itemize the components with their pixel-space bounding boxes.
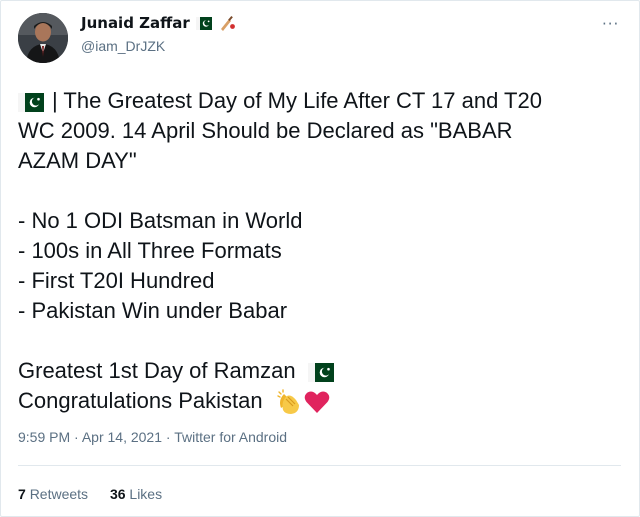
bullet-line: - No 1 ODI Batsman in World	[18, 208, 303, 233]
pakistan-flag-icon	[307, 362, 334, 382]
retweets-count: 7	[18, 486, 26, 502]
retweets-label: Retweets	[29, 486, 89, 502]
bullet-line: - Pakistan Win under Babar	[18, 298, 288, 323]
tweet-card: Junaid Zaffar @iam_DrJZK ··· | The Great…	[0, 0, 640, 517]
tweet-line: WC 2009. 14 April Should be Declared as …	[18, 118, 513, 143]
display-name[interactable]: Junaid Zaffar	[81, 14, 190, 32]
more-options-icon[interactable]: ···	[602, 15, 619, 33]
pakistan-flag-icon	[18, 92, 44, 112]
display-name-row[interactable]: Junaid Zaffar	[81, 14, 236, 32]
tweet-date[interactable]: Apr 14, 2021	[82, 429, 162, 445]
user-handle[interactable]: @iam_DrJZK	[81, 38, 165, 54]
tweet-text: | The Greatest Day of My Life After CT 1…	[18, 86, 618, 416]
bullet-line: - 100s in All Three Formats	[18, 238, 282, 263]
tweet-time[interactable]: 9:59 PM	[18, 429, 70, 445]
tweet-stats: 7 Retweets 36 Likes	[18, 486, 180, 502]
tweet-line-text: Congratulations Pakistan	[18, 388, 263, 413]
tweet-line: Greatest 1st Day of Ramzan	[18, 356, 618, 386]
tweet-line: | The Greatest Day of My Life After CT 1…	[18, 86, 618, 116]
likes-label: Likes	[129, 486, 163, 502]
likes-stat[interactable]: 36 Likes	[110, 486, 162, 502]
likes-count: 36	[109, 486, 126, 502]
tweet-line-text: Greatest 1st Day of Ramzan	[18, 358, 296, 383]
tweet-source[interactable]: Twitter for Android	[174, 429, 287, 445]
clapping-hands-icon	[275, 388, 303, 416]
pakistan-flag-icon	[195, 16, 212, 30]
tweet-line-text: | The Greatest Day of My Life After CT 1…	[52, 88, 542, 113]
meta-separator: ·	[74, 429, 79, 445]
retweets-stat[interactable]: 7 Retweets	[18, 486, 92, 502]
divider	[18, 465, 621, 466]
tweet-line: AZAM DAY"	[18, 148, 137, 173]
tweet-meta: 9:59 PM · Apr 14, 2021 · Twitter for And…	[18, 429, 287, 445]
avatar[interactable]	[18, 13, 68, 63]
red-heart-icon	[303, 388, 331, 416]
cricket-bat-icon	[218, 14, 236, 32]
tweet-line: Congratulations Pakistan	[18, 386, 618, 416]
bullet-line: - First T20I Hundred	[18, 268, 215, 293]
meta-separator: ·	[165, 429, 171, 445]
